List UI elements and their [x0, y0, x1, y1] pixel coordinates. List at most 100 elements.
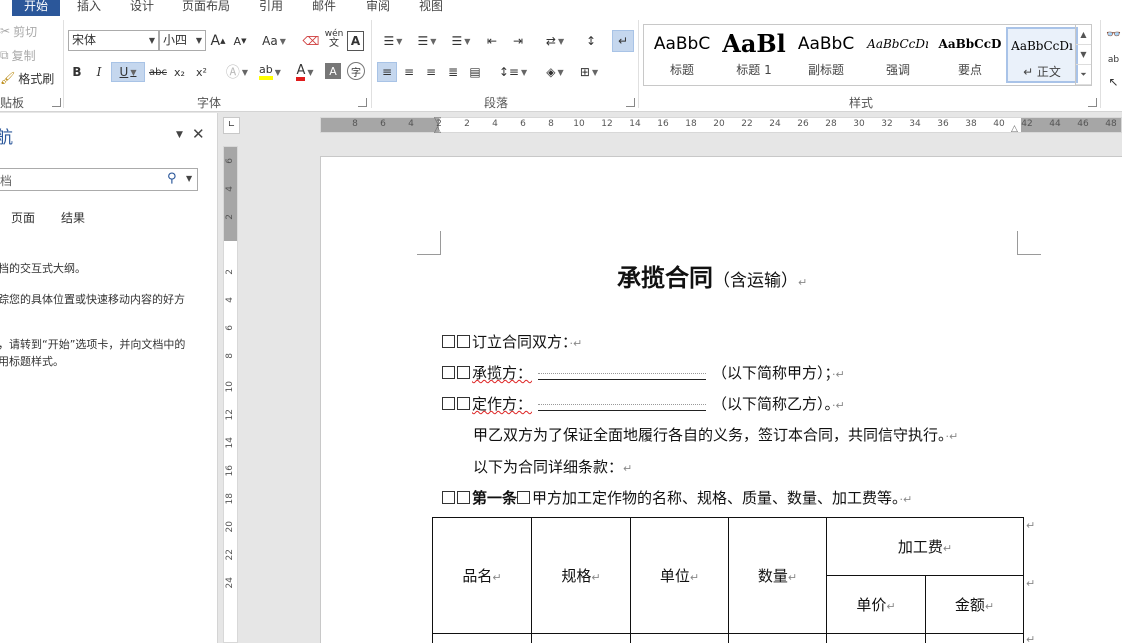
character-shading-button[interactable]: A [325, 63, 341, 79]
increase-indent-button[interactable]: ⇥ [510, 31, 526, 51]
subscript-button[interactable]: x₂ [171, 62, 188, 82]
tab-insert[interactable]: 插入 [77, 0, 101, 16]
nav-tab-pages[interactable]: 页面 [11, 209, 35, 226]
style-normal[interactable]: AaBbCcDı ↵ 正文 [1006, 27, 1078, 83]
style-subtitle[interactable]: AaBbC 副标题 [790, 27, 862, 83]
format-painter-button[interactable]: 🖌 格式刷 [0, 69, 54, 87]
document-title[interactable]: 承揽合同（含运输）↵ [617, 258, 807, 293]
phonetic-guide-button[interactable]: wén 文 [325, 29, 344, 49]
doc-line-article-1[interactable]: 第一条 甲方加工定作物的名称、规格、质量、数量、加工费等。·↵ [442, 487, 912, 508]
copy-button[interactable]: ⧉ 复制 [0, 46, 36, 64]
show-marks-button[interactable]: ↵ [612, 30, 634, 52]
search-icon[interactable]: ⚲ [167, 171, 177, 186]
margin-corner-mark [417, 231, 441, 255]
table-cell[interactable] [925, 633, 1024, 643]
table-header-cell[interactable]: 数量↵ [728, 517, 827, 634]
vertical-ruler[interactable]: 6 4 2 2 4 6 8 10 12 14 16 18 20 22 24 [223, 146, 238, 643]
doc-line-contractor[interactable]: 承揽方： （以下简称甲方）；·↵ [442, 362, 845, 383]
tab-view[interactable]: 视图 [419, 0, 443, 16]
text-effects-button[interactable]: Ⓐ ▼ [223, 62, 251, 82]
multilevel-list-button[interactable]: ☰ ▼ [446, 31, 476, 51]
distributed-button[interactable]: ▤ [466, 62, 484, 82]
shrink-font-button[interactable]: A ▼ [232, 31, 248, 51]
navigation-search-input[interactable]: 档 ⚲ ▼ [0, 168, 198, 191]
table-cell[interactable] [826, 633, 926, 643]
chevron-down-icon[interactable]: ▼ [192, 31, 205, 50]
table-cell[interactable] [728, 633, 827, 643]
highlight-button[interactable]: ab ▼ [255, 62, 285, 82]
tab-mailings[interactable]: 邮件 [312, 0, 336, 16]
style-title[interactable]: AaBbC 标题 [646, 27, 718, 83]
tab-design[interactable]: 设计 [130, 0, 154, 16]
doc-line-parties[interactable]: 订立合同双方：·↵ [442, 331, 582, 352]
chevron-down-icon[interactable]: ▼ [145, 31, 158, 50]
table-subheader-cell[interactable]: 金额↵ [925, 575, 1024, 634]
grow-font-button[interactable]: A ▲ [210, 31, 226, 51]
nav-tab-results[interactable]: 结果 [61, 209, 85, 226]
tab-page-layout[interactable]: 页面布局 [182, 0, 230, 16]
processing-fee-table[interactable]: 品名↵ 规格↵ 单位↵ 数量↵ 加工费↵ 单价↵ 金额↵ [432, 517, 1024, 643]
table-header-cell[interactable]: 加工费↵ [826, 517, 1024, 576]
align-left-button[interactable]: ≡ [377, 62, 397, 82]
fill-in-blank[interactable] [538, 366, 707, 380]
tab-selector-button[interactable]: ∟ [223, 117, 240, 134]
cut-button[interactable]: ✂ 剪切 [0, 22, 37, 40]
doc-line-purpose[interactable]: 甲乙双方为了保证全面地履行各自的义务，签订本合同，共同信守执行。·↵ [473, 424, 958, 445]
tab-review[interactable]: 审阅 [366, 0, 390, 16]
borders-button[interactable]: ⊞ ▼ [574, 62, 604, 82]
table-cell[interactable] [432, 633, 532, 643]
select-button[interactable]: ↖ [1105, 72, 1122, 92]
paragraph-dialog-launcher[interactable] [626, 98, 635, 107]
chevron-down-icon[interactable]: ▼ [186, 174, 192, 183]
enclose-characters-button[interactable]: 字 [347, 62, 365, 80]
clear-formatting-button[interactable]: ⌫ [302, 31, 320, 51]
superscript-button[interactable]: x² [193, 62, 210, 82]
change-case-button[interactable]: Aa ▼ [260, 31, 288, 51]
horizontal-ruler[interactable]: ▽ △ △ 8 6 4 2 2 4 6 8 10 12 14 16 18 20 22 24 26 28 30 32 34… [320, 116, 1122, 135]
fill-in-blank[interactable] [538, 397, 707, 411]
table-cell[interactable] [630, 633, 729, 643]
italic-button[interactable]: I [90, 62, 108, 82]
gallery-more-icon[interactable]: ⏷ [1076, 65, 1091, 85]
strikethrough-button[interactable]: abc [148, 62, 168, 82]
font-color-button[interactable]: A ▼ [290, 62, 320, 82]
scroll-up-icon[interactable]: ▲ [1076, 25, 1091, 45]
right-indent-marker[interactable]: △ [1011, 124, 1018, 134]
bold-button[interactable]: B [68, 62, 86, 82]
table-cell[interactable] [531, 633, 631, 643]
font-size-combo[interactable]: 小四 ▼ [159, 30, 206, 51]
align-right-button[interactable]: ≡ [422, 62, 440, 82]
justify-button[interactable]: ≣ [444, 62, 462, 82]
align-center-button[interactable]: ≡ [400, 62, 418, 82]
document-page[interactable]: 承揽合同（含运输）↵ 订立合同双方：·↵ 承揽方： （以下简称甲方）；·↵ 定作方… [320, 156, 1122, 643]
style-strong[interactable]: AaBbCcD 要点 [934, 27, 1006, 83]
tab-references[interactable]: 引用 [259, 0, 283, 16]
style-heading-1[interactable]: AaBl 标题 1 [718, 27, 790, 83]
decrease-indent-button[interactable]: ⇤ [484, 31, 500, 51]
underline-button[interactable]: U ▼ [111, 62, 145, 82]
table-header-cell[interactable]: 规格↵ [531, 517, 631, 634]
sort-button[interactable]: ↕ [582, 31, 600, 51]
scroll-down-icon[interactable]: ▼ [1076, 45, 1091, 65]
close-icon[interactable]: ✕ [192, 125, 205, 143]
shading-button[interactable]: ◈ ▼ [540, 62, 570, 82]
style-emphasis[interactable]: AaBbCcDı 强调 [862, 27, 934, 83]
table-subheader-cell[interactable]: 单价↵ [826, 575, 926, 634]
doc-line-details-intro[interactable]: 以下为合同详细条款：↵ [473, 456, 632, 477]
replace-button[interactable]: ab [1105, 50, 1122, 70]
chinese-layout-button[interactable]: ⇄ ▼ [540, 31, 570, 51]
pane-options-icon[interactable]: ▼ [176, 130, 183, 140]
line-spacing-button[interactable]: ↕≡ ▼ [498, 62, 528, 82]
font-dialog-launcher[interactable] [358, 98, 367, 107]
numbering-button[interactable]: ☰ ▼ [412, 31, 442, 51]
tab-home[interactable]: 开始 [12, 0, 60, 16]
styles-dialog-launcher[interactable] [1088, 98, 1097, 107]
table-header-cell[interactable]: 单位↵ [630, 517, 729, 634]
doc-line-orderer[interactable]: 定作方： （以下简称乙方）。·↵ [442, 393, 845, 414]
font-family-combo[interactable]: 宋体 ▼ [68, 30, 159, 51]
character-border-button[interactable]: A [347, 31, 364, 51]
find-button[interactable]: 👓 [1105, 24, 1122, 44]
clipboard-dialog-launcher[interactable] [52, 98, 61, 107]
bullets-button[interactable]: ☰ ▼ [378, 31, 408, 51]
table-header-cell[interactable]: 品名↵ [432, 517, 532, 634]
